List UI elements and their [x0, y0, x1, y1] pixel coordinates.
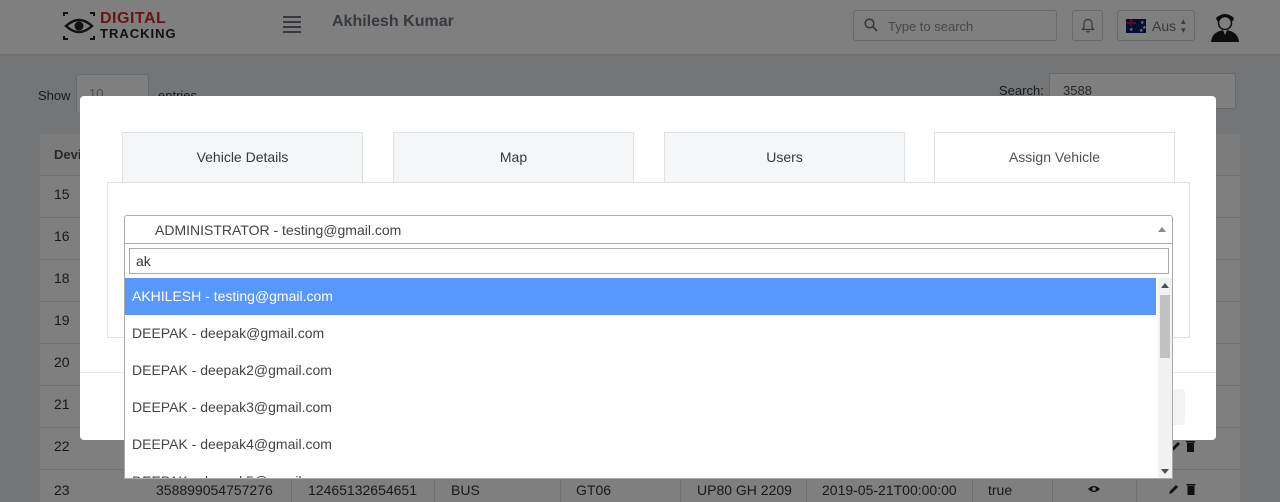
dropdown-options-list: AKHILESH - testing@gmail.com DEEPAK - de… [125, 278, 1156, 478]
dropdown-search-field[interactable] [129, 248, 1169, 274]
dropdown-option[interactable]: DEEPAK - deepak@gmail.com [125, 315, 1156, 352]
dropdown-option[interactable]: DEEPAK - deepak2@gmail.com [125, 352, 1156, 389]
dropdown-option[interactable]: DEEPAK - deepak5@gmail.com [125, 463, 1156, 478]
user-select-dropdown: AKHILESH - testing@gmail.com DEEPAK - de… [124, 244, 1173, 479]
dropdown-option[interactable]: AKHILESH - testing@gmail.com [125, 278, 1156, 315]
dropdown-option[interactable]: DEEPAK - deepak4@gmail.com [125, 426, 1156, 463]
tab-assign-vehicle[interactable]: Assign Vehicle [934, 132, 1175, 184]
scrollbar-thumb[interactable] [1160, 295, 1170, 358]
user-select-value: ADMINISTRATOR - testing@gmail.com [155, 222, 402, 238]
scroll-up-arrow-icon[interactable] [1161, 283, 1169, 288]
tab-map[interactable]: Map [393, 132, 634, 183]
dropdown-scrollbar[interactable] [1158, 278, 1172, 478]
dropdown-search-input[interactable] [136, 252, 1156, 270]
user-select[interactable]: ADMINISTRATOR - testing@gmail.com [124, 215, 1173, 244]
dropdown-option[interactable]: DEEPAK - deepak3@gmail.com [125, 389, 1156, 426]
caret-up-icon [1158, 227, 1166, 232]
scroll-down-arrow-icon[interactable] [1161, 469, 1169, 474]
tab-vehicle-details[interactable]: Vehicle Details [122, 132, 363, 183]
tab-users[interactable]: Users [664, 132, 905, 183]
